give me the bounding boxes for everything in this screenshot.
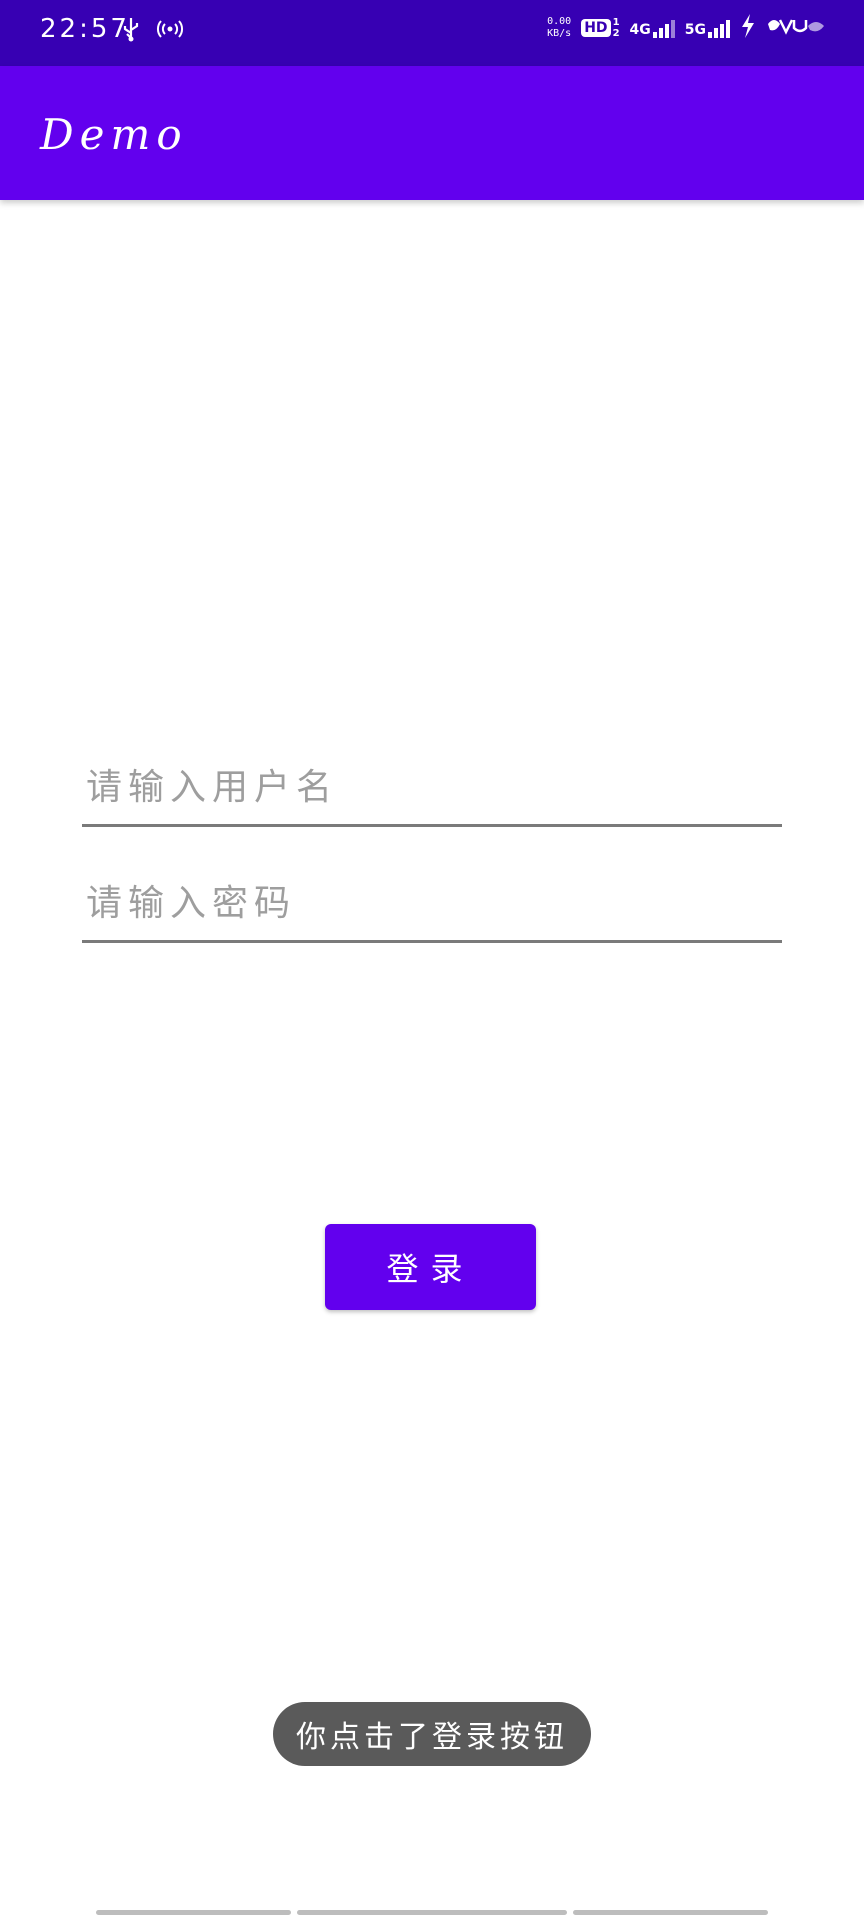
login-button[interactable]: 登录	[325, 1224, 536, 1310]
network-speed: 0.00 KB/s	[547, 16, 571, 40]
nav-gesture-home[interactable]	[297, 1910, 567, 1915]
battery-icon	[766, 14, 828, 42]
nav-gesture-right[interactable]	[572, 1910, 768, 1915]
status-bar: 22:57 0.00 KB/s HD 1 2 4G 5G	[0, 0, 864, 66]
usb-icon	[120, 16, 142, 46]
app-title: Demo	[40, 110, 188, 159]
nav-gesture-left[interactable]	[96, 1910, 292, 1915]
charging-icon	[740, 14, 756, 42]
hd-sub: 1 2	[613, 17, 620, 39]
signal-4g: 4G	[630, 18, 675, 38]
hd-voice-badge: HD 1 2	[581, 17, 620, 39]
status-left-icons	[120, 16, 184, 46]
login-button-label: 登录	[386, 1250, 475, 1288]
signal-5g: 5G	[685, 18, 730, 38]
username-input[interactable]	[82, 756, 788, 818]
password-field	[82, 860, 788, 943]
signal-bars-icon	[652, 18, 675, 38]
signal-bars-icon	[708, 18, 730, 38]
password-input[interactable]	[82, 872, 788, 934]
net-type-4g-label: 4G	[629, 22, 651, 38]
hd-sub-top: 1	[612, 17, 620, 28]
status-right-icons: 0.00 KB/s HD 1 2 4G 5G	[547, 14, 828, 42]
toast-text: 你点击了登录按钮	[296, 1720, 568, 1755]
hotspot-icon	[156, 17, 184, 45]
toast-message: 你点击了登录按钮	[273, 1702, 591, 1766]
net-type-5g-label: 5G	[684, 22, 706, 38]
hd-sub-bottom: 2	[612, 28, 620, 39]
network-speed-unit: KB/s	[547, 28, 572, 39]
status-time: 22:57	[40, 14, 130, 44]
hd-label: HD	[581, 19, 611, 37]
app-bar: Demo	[0, 66, 864, 200]
navigation-bar[interactable]	[96, 1910, 768, 1916]
app-screen: 22:57 0.00 KB/s HD 1 2 4G 5G Demo 请输入用户名…	[0, 0, 864, 1920]
network-speed-value: 0.00	[547, 16, 572, 27]
username-field	[82, 744, 788, 827]
